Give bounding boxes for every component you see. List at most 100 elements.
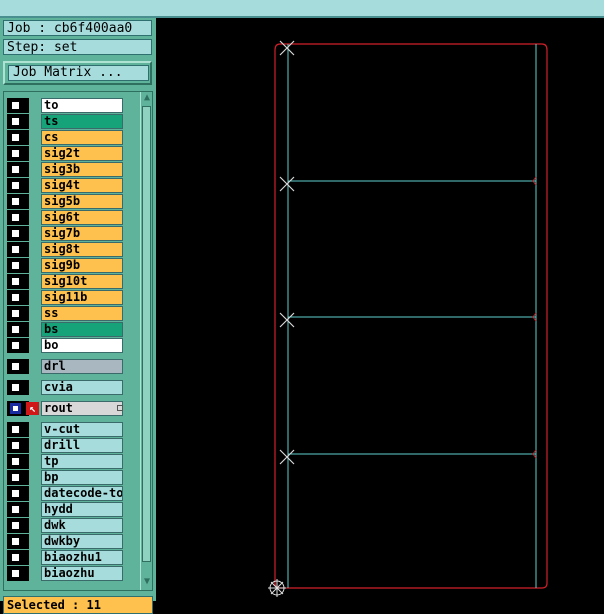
layer-name[interactable]: cvia xyxy=(41,380,123,395)
scroll-thumb[interactable] xyxy=(142,106,151,562)
layer-checkbox[interactable] xyxy=(10,164,21,175)
layer-checkbox[interactable] xyxy=(10,488,21,499)
layer-row-ts[interactable]: ts xyxy=(5,114,127,129)
layer-checkbox[interactable] xyxy=(10,520,21,531)
layer-checkbox[interactable] xyxy=(10,260,21,271)
layer-row-sig11b[interactable]: sig11b xyxy=(5,290,127,305)
layer-name[interactable]: sig10t xyxy=(41,274,123,289)
layer-checkbox[interactable] xyxy=(10,276,21,287)
layer-checkbox[interactable] xyxy=(10,244,21,255)
layer-panel: Job : cb6f400aa0 Step: set Job Matrix ..… xyxy=(0,18,156,614)
layer-row-rout[interactable]: ↖ rout xyxy=(5,401,127,416)
layer-checkbox[interactable] xyxy=(10,361,21,372)
layer-checkbox[interactable] xyxy=(10,504,21,515)
layer-row-cvia[interactable]: cvia xyxy=(5,380,127,395)
layer-row-cs[interactable]: cs xyxy=(5,130,127,145)
layer-checkbox[interactable] xyxy=(10,440,21,451)
layer-name[interactable]: sig5b xyxy=(41,194,123,209)
layer-row-drill[interactable]: drill xyxy=(5,438,127,453)
layer-name[interactable]: v-cut xyxy=(41,422,123,437)
layer-checkbox[interactable] xyxy=(10,292,21,303)
layer-name[interactable]: tp xyxy=(41,454,123,469)
layer-name[interactable]: cs xyxy=(41,130,123,145)
layer-checkbox[interactable] xyxy=(10,536,21,547)
step-label: Step: set xyxy=(3,39,152,55)
layer-row-bs[interactable]: bs xyxy=(5,322,127,337)
layer-name[interactable]: hydd xyxy=(41,502,123,517)
layer-name[interactable]: sig3b xyxy=(41,162,123,177)
layer-name[interactable]: sig6t xyxy=(41,210,123,225)
layer-row-bp[interactable]: bp xyxy=(5,470,127,485)
layer-row-biaozhu1[interactable]: biaozhu1 xyxy=(5,550,127,565)
layer-row-biaozhu[interactable]: biaozhu xyxy=(5,566,127,581)
layer-row-sig7b[interactable]: sig7b xyxy=(5,226,127,241)
graphic-canvas[interactable] xyxy=(156,18,604,601)
layer-row-to[interactable]: to xyxy=(5,98,127,113)
layer-row-sig2t[interactable]: sig2t xyxy=(5,146,127,161)
layer-name[interactable]: to xyxy=(41,98,123,113)
layer-name[interactable]: sig9b xyxy=(41,258,123,273)
layer-row-sig5b[interactable]: sig5b xyxy=(5,194,127,209)
layer-name[interactable]: sig7b xyxy=(41,226,123,241)
job-matrix-button[interactable]: Job Matrix ... xyxy=(3,61,152,85)
layer-checkbox[interactable] xyxy=(10,180,21,191)
layer-checkbox[interactable] xyxy=(10,456,21,467)
layer-checkbox[interactable] xyxy=(10,472,21,483)
layer-row-drl[interactable]: drl xyxy=(5,359,127,374)
layer-name[interactable]: dwkby xyxy=(41,534,123,549)
scroll-up-icon[interactable]: ▲ xyxy=(141,92,152,104)
layer-row-bo[interactable]: bo xyxy=(5,338,127,353)
layer-row-v-cut[interactable]: v-cut xyxy=(5,422,127,437)
layer-name[interactable]: drill xyxy=(41,438,123,453)
layer-row-sig3b[interactable]: sig3b xyxy=(5,162,127,177)
layer-name[interactable]: biaozhu xyxy=(41,566,123,581)
layer-name[interactable]: bp xyxy=(41,470,123,485)
expand-icon[interactable] xyxy=(117,405,123,411)
layer-checkbox[interactable] xyxy=(10,228,21,239)
layer-checkbox[interactable] xyxy=(10,116,21,127)
layer-row-hydd[interactable]: hydd xyxy=(5,502,127,517)
layer-name[interactable]: bo xyxy=(41,338,123,353)
layer-list: to ts cs sig2t sig3b sig4t sig5b sig6t sig7b sig8… xyxy=(3,91,153,591)
layer-row-datecode-to[interactable]: datecode-to xyxy=(5,486,127,501)
layer-checkbox[interactable] xyxy=(10,552,21,563)
layer-name[interactable]: biaozhu1 xyxy=(41,550,123,565)
layer-row-sig9b[interactable]: sig9b xyxy=(5,258,127,273)
layer-checkbox[interactable] xyxy=(10,212,21,223)
layer-name[interactable]: sig2t xyxy=(41,146,123,161)
layer-row-sig4t[interactable]: sig4t xyxy=(5,178,127,193)
layer-checkbox[interactable] xyxy=(10,324,21,335)
layer-checkbox[interactable] xyxy=(10,132,21,143)
layer-name[interactable]: sig11b xyxy=(41,290,123,305)
layer-row-sig8t[interactable]: sig8t xyxy=(5,242,127,257)
layer-checkbox[interactable] xyxy=(10,148,21,159)
layer-name[interactable]: bs xyxy=(41,322,123,337)
layer-checkbox[interactable] xyxy=(10,100,21,111)
layer-name[interactable]: drl xyxy=(41,359,123,374)
layer-row-dwk[interactable]: dwk xyxy=(5,518,127,533)
layer-row-dwkby[interactable]: dwkby xyxy=(5,534,127,549)
layer-name[interactable]: ts xyxy=(41,114,123,129)
layer-checkbox[interactable] xyxy=(10,340,21,351)
layer-name[interactable]: sig4t xyxy=(41,178,123,193)
layer-name[interactable]: ss xyxy=(41,306,123,321)
layer-checkbox[interactable] xyxy=(10,568,21,579)
layer-name[interactable]: rout xyxy=(41,401,123,416)
layer-checkbox[interactable] xyxy=(10,382,21,393)
layer-row-ss[interactable]: ss xyxy=(5,306,127,321)
layer-name[interactable]: dwk xyxy=(41,518,123,533)
layer-checkbox[interactable] xyxy=(10,424,21,435)
red-arrow-icon[interactable]: ↖ xyxy=(26,402,39,415)
layer-checkbox[interactable] xyxy=(10,196,21,207)
job-label: Job : cb6f400aa0 xyxy=(3,20,152,36)
layer-row-sig6t[interactable]: sig6t xyxy=(5,210,127,225)
scroll-down-icon[interactable]: ▼ xyxy=(141,576,152,588)
layer-row-sig10t[interactable]: sig10t xyxy=(5,274,127,289)
layer-name[interactable]: sig8t xyxy=(41,242,123,257)
layer-name[interactable]: datecode-to xyxy=(41,486,123,501)
blue-square-icon[interactable] xyxy=(10,403,21,414)
layer-scrollbar[interactable]: ▲ ▼ xyxy=(140,92,152,590)
layer-rows: to ts cs sig2t sig3b sig4t sig5b sig6t sig7b sig8… xyxy=(5,94,127,589)
layer-row-tp[interactable]: tp xyxy=(5,454,127,469)
layer-checkbox[interactable] xyxy=(10,308,21,319)
